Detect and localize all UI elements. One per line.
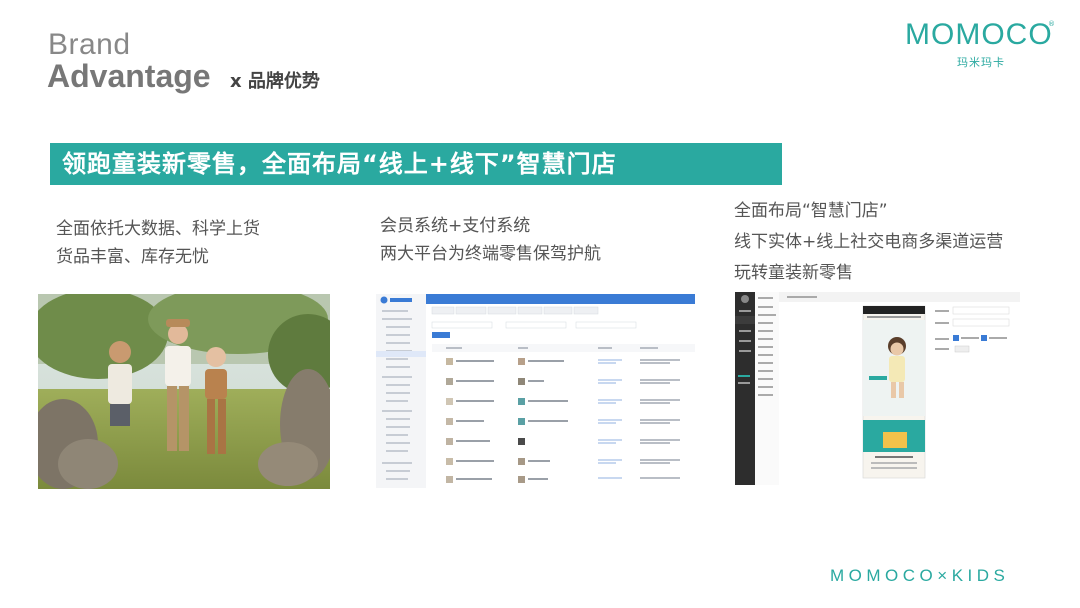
column-3-text: 全面布局“智慧门店” 线下实体+线上社交电商多渠道运营 玩转童装新零售	[734, 196, 1003, 289]
brand-title-line2: Advantage	[47, 58, 211, 94]
column-3-line-1: 全面布局“智慧门店”	[734, 201, 888, 221]
column-3-line-2: 线下实体+线上社交电商多渠道运营	[734, 232, 1004, 252]
column-2-line-1: 会员系统+支付系统	[380, 216, 531, 236]
column-2-line-2: 两大平台为终端零售保驾护航	[380, 244, 601, 264]
headline-text: 领跑童装新零售，全面布局“线上+线下”智慧门店	[62, 150, 617, 178]
smart-store-screenshot	[735, 292, 1020, 485]
admin-system-screenshot	[376, 294, 695, 488]
logo-wordmark: MOMOCO	[905, 18, 1053, 51]
column-1-text: 全面依托大数据、科学上货 货品丰富、库存无忧	[56, 215, 260, 271]
column-1-line-1: 全面依托大数据、科学上货	[56, 219, 260, 239]
momoco-logo: MOMOCO ® 玛米玛卡	[905, 18, 1055, 69]
logo-chinese-name: 玛米玛卡	[957, 56, 1005, 69]
headline-banner: 领跑童装新零售，全面布局“线上+线下”智慧门店	[50, 143, 782, 185]
footer-brand: MOMOCO×KIDS	[830, 566, 1010, 585]
kids-outdoor-photo	[28, 284, 348, 489]
column-1-line-2: 货品丰富、库存无忧	[56, 247, 209, 267]
logo-registered-mark: ®	[1048, 20, 1055, 28]
column-2-text: 会员系统+支付系统 两大平台为终端零售保驾护航	[380, 212, 601, 268]
brand-title-line1: Brand	[48, 28, 131, 61]
column-3-line-3: 玩转童装新零售	[734, 263, 853, 283]
brand-subtitle: x 品牌优势	[230, 71, 320, 92]
